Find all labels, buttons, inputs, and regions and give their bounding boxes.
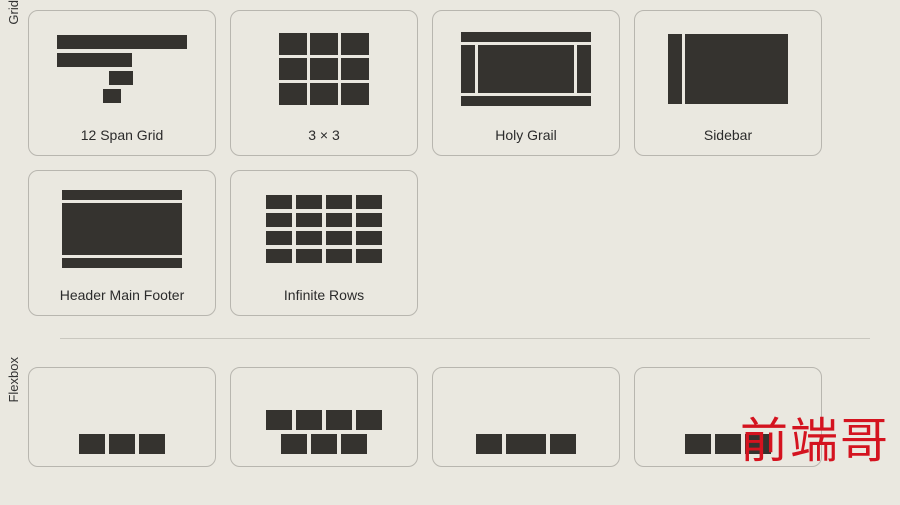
thumb-flex-1-icon (39, 378, 205, 454)
thumb-flex-3-icon (443, 378, 609, 454)
thumb-flex-4-icon (645, 378, 811, 454)
thumb-flex-2-icon (241, 378, 407, 454)
thumb-header-main-footer-icon (39, 181, 205, 277)
thumb-infinite-rows-icon (241, 181, 407, 277)
card-flex-3[interactable] (432, 367, 620, 467)
card-holy-grail[interactable]: Holy Grail (432, 10, 620, 156)
section-divider (60, 338, 870, 339)
card-3x3[interactable]: 3 × 3 (230, 10, 418, 156)
card-flex-2[interactable] (230, 367, 418, 467)
card-label: Infinite Rows (284, 287, 364, 303)
thumb-12-span-grid-icon (39, 21, 205, 117)
thumb-3x3-icon (241, 21, 407, 117)
card-label: Header Main Footer (60, 287, 185, 303)
section-label-grid: Grid (0, 0, 28, 43)
card-header-main-footer[interactable]: Header Main Footer (28, 170, 216, 316)
section-flexbox: Flexbox (0, 357, 900, 467)
card-label: Holy Grail (495, 127, 556, 143)
cards-grid: 12 Span Grid 3 × 3 (28, 0, 900, 316)
card-label: 3 × 3 (308, 127, 340, 143)
thumb-holy-grail-icon (443, 21, 609, 117)
section-label-flexbox: Flexbox (0, 357, 28, 421)
card-flex-1[interactable] (28, 367, 216, 467)
cards-flexbox (28, 357, 900, 467)
section-grid: Grid 12 Span Grid 3 × 3 (0, 0, 900, 316)
card-label: 12 Span Grid (81, 127, 164, 143)
card-label: Sidebar (704, 127, 752, 143)
card-sidebar[interactable]: Sidebar (634, 10, 822, 156)
card-infinite-rows[interactable]: Infinite Rows (230, 170, 418, 316)
card-flex-4[interactable] (634, 367, 822, 467)
card-12-span-grid[interactable]: 12 Span Grid (28, 10, 216, 156)
thumb-sidebar-icon (645, 21, 811, 117)
